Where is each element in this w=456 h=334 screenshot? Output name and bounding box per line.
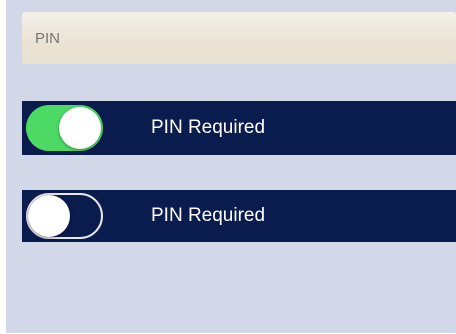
pin-required-row-2: PIN Required [22, 190, 456, 242]
settings-screen: PIN Required PIN Required [6, 0, 456, 333]
pin-required-label: PIN Required [151, 205, 266, 226]
pin-required-toggle-on[interactable] [26, 105, 103, 151]
pin-input[interactable] [22, 12, 456, 64]
pin-required-toggle-off[interactable] [26, 193, 103, 239]
toggle-knob [28, 195, 70, 237]
toggle-knob [59, 107, 101, 149]
pin-required-row-1: PIN Required [22, 101, 456, 155]
pin-required-label: PIN Required [151, 117, 266, 138]
